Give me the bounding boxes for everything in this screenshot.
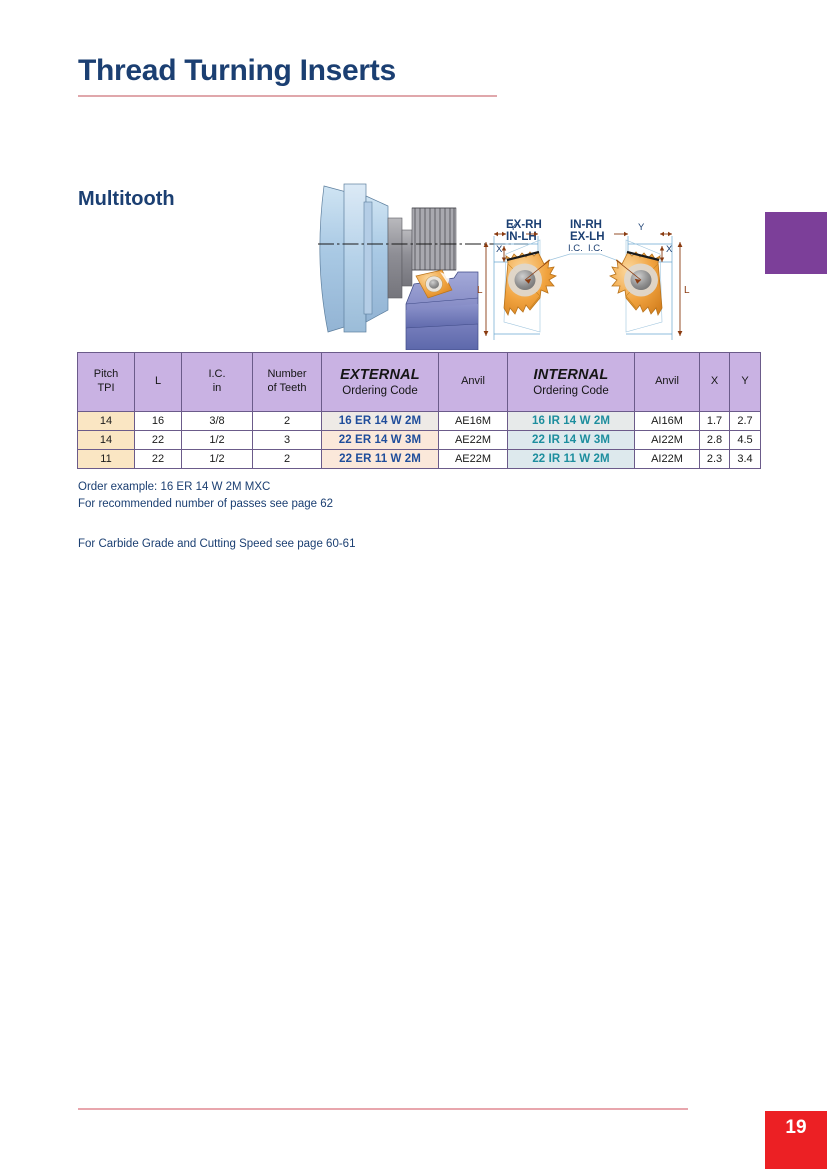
header-internal-title: INTERNAL (533, 366, 609, 383)
header-anvil2-label: Anvil (655, 375, 679, 388)
header-pitch-line2: TPI (97, 382, 115, 394)
internal-code-text: 16 IR 14 W 2M (532, 415, 610, 427)
header-pitch-tpi: Pitch TPI (77, 352, 135, 412)
cell-y: 4.5 (729, 430, 761, 450)
cell-x: 1.7 (699, 411, 730, 431)
note-order-example: Order example: 16 ER 14 W 2M MXC (78, 481, 271, 493)
external-code-text: 22 ER 14 W 3M (338, 434, 422, 446)
dim-l-right: L (684, 285, 690, 296)
label-ic-left: I.C. (568, 243, 583, 254)
page-number-box: 19 (765, 1111, 827, 1169)
header-anvil-internal: Anvil (634, 352, 700, 412)
header-teeth-line1: Number (267, 368, 307, 381)
table-row: 14 22 1/2 3 22 ER 14 W 3M AE22M 22 IR 14… (77, 430, 761, 450)
specification-table: Pitch TPI L I.C. in Number of Teeth EXTE… (77, 352, 761, 469)
side-tab-marker (765, 212, 827, 274)
header-external-ordering-code: EXTERNAL Ordering Code (321, 352, 439, 412)
cell-y: 2.7 (729, 411, 761, 431)
note-recommended-passes: For recommended number of passes see pag… (78, 498, 334, 510)
label-ic-right: I.C. (588, 243, 603, 254)
cell-teeth: 2 (252, 449, 322, 469)
cell-pitch: 11 (77, 449, 135, 469)
lathe-assembly-illustration (318, 183, 528, 350)
cell-l: 22 (134, 449, 182, 469)
label-in-rh: IN-RH (570, 219, 602, 231)
cell-internal-code: 16 IR 14 W 2M (507, 411, 635, 431)
header-teeth-line2: of Teeth (267, 382, 307, 394)
page-number: 19 (785, 1117, 807, 1138)
cell-internal-code: 22 IR 14 W 3M (507, 430, 635, 450)
label-ex-lh: EX-LH (570, 231, 605, 243)
cell-anvil-external: AE22M (438, 430, 508, 450)
header-external-subtitle: Ordering Code (342, 384, 418, 397)
cell-ic: 1/2 (181, 430, 253, 450)
cell-y: 3.4 (729, 449, 761, 469)
cell-internal-code: 22 IR 11 W 2M (507, 449, 635, 469)
header-pitch-line1: Pitch (93, 368, 119, 381)
header-internal-ordering-code: INTERNAL Ordering Code (507, 352, 635, 412)
dim-x-left: X (496, 244, 503, 255)
header-x-label: X (710, 375, 719, 388)
header-ic-line1: I.C. (208, 368, 226, 381)
header-l: L (134, 352, 182, 412)
footer-rule (78, 1108, 688, 1110)
cell-external-code: 22 ER 11 W 2M (321, 449, 439, 469)
header-ic: I.C. in (181, 352, 253, 412)
header-ic-line2: in (212, 382, 222, 394)
cell-teeth: 3 (252, 430, 322, 450)
cell-external-code: 22 ER 14 W 3M (321, 430, 439, 450)
header-number-of-teeth: Number of Teeth (252, 352, 322, 412)
cell-anvil-external: AE22M (438, 449, 508, 469)
cell-ic: 1/2 (181, 449, 253, 469)
external-code-text: 22 ER 11 W 2M (339, 453, 421, 465)
cell-x: 2.8 (699, 430, 730, 450)
dim-x-right: X (666, 244, 673, 255)
section-heading: Multitooth (78, 188, 175, 210)
header-y: Y (729, 352, 761, 412)
cell-anvil-internal: AI22M (634, 430, 700, 450)
table-row: 14 16 3/8 2 16 ER 14 W 2M AE16M 16 IR 14… (77, 411, 761, 431)
header-external-title: EXTERNAL (340, 366, 420, 383)
cell-l: 22 (134, 430, 182, 450)
header-anvil-external: Anvil (438, 352, 508, 412)
header-internal-subtitle: Ordering Code (533, 384, 609, 397)
cell-external-code: 16 ER 14 W 2M (321, 411, 439, 431)
cell-anvil-external: AE16M (438, 411, 508, 431)
table-row: 11 22 1/2 2 22 ER 11 W 2M AE22M 22 IR 11… (77, 449, 761, 469)
cell-anvil-internal: AI22M (634, 449, 700, 469)
page-title: Thread Turning Inserts (78, 54, 396, 87)
cell-x: 2.3 (699, 449, 730, 469)
external-code-text: 16 ER 14 W 2M (338, 415, 422, 427)
dim-y-left: Y (510, 222, 517, 233)
dim-y-right: Y (638, 222, 645, 233)
cell-pitch: 14 (77, 411, 135, 431)
internal-code-text: 22 IR 14 W 3M (532, 434, 610, 446)
cell-ic: 3/8 (181, 411, 253, 431)
header-anvil1-label: Anvil (461, 375, 485, 388)
cell-pitch: 14 (77, 430, 135, 450)
cell-teeth: 2 (252, 411, 322, 431)
dim-l-left: L (477, 285, 483, 296)
internal-code-text: 22 IR 11 W 2M (532, 453, 610, 465)
header-l-label: L (154, 375, 162, 388)
table-header-row: Pitch TPI L I.C. in Number of Teeth EXTE… (77, 352, 761, 412)
cell-l: 16 (134, 411, 182, 431)
cell-anvil-internal: AI16M (634, 411, 700, 431)
header-y-label: Y (741, 375, 749, 388)
header-x: X (699, 352, 730, 412)
technical-diagram: EX-RH IN-LH IN-RH EX-LH Y X L I.C. Y X L… (318, 172, 758, 350)
note-carbide-grade: For Carbide Grade and Cutting Speed see … (78, 538, 356, 550)
title-underline-rule (78, 95, 497, 97)
